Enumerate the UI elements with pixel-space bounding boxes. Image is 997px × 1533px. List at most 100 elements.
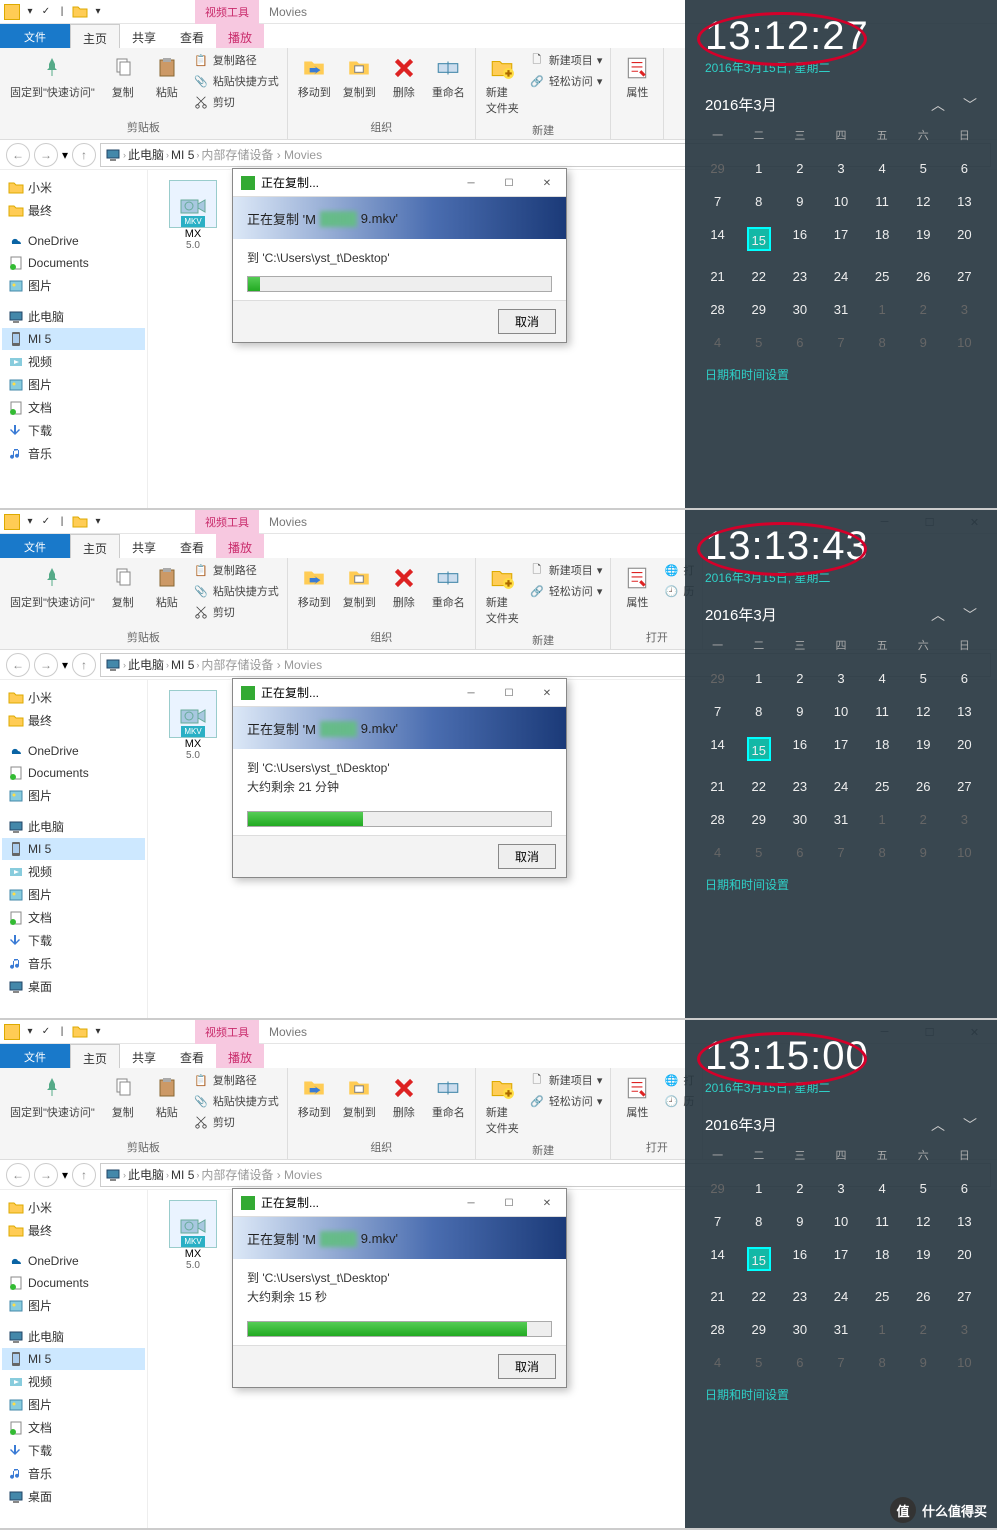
cal-day[interactable]: 10: [820, 698, 861, 725]
up-button[interactable]: ↑: [72, 1163, 96, 1187]
nav-item[interactable]: 图片: [2, 274, 145, 297]
cal-day[interactable]: 11: [862, 698, 903, 725]
cal-day[interactable]: 19: [903, 731, 944, 767]
share-tab[interactable]: 共享: [120, 1044, 168, 1068]
copy-path-button[interactable]: 📋复制路径: [191, 50, 281, 70]
video-tools-tab[interactable]: 视频工具: [195, 0, 259, 24]
cal-day[interactable]: 17: [820, 731, 861, 767]
cancel-button[interactable]: 取消: [498, 1354, 556, 1379]
cal-day[interactable]: 1: [862, 296, 903, 323]
file-item[interactable]: MKV MX 5.0: [158, 690, 228, 761]
paste-button[interactable]: 粘贴: [147, 50, 187, 104]
play-tab[interactable]: 播放: [216, 534, 264, 558]
copy-button[interactable]: 复制: [103, 50, 143, 104]
cal-day[interactable]: 21: [697, 1283, 738, 1310]
cal-day[interactable]: 16: [779, 731, 820, 767]
next-month-button[interactable]: ﹀: [963, 1115, 977, 1135]
cal-day[interactable]: 18: [862, 731, 903, 767]
cal-day[interactable]: 15: [738, 1241, 779, 1277]
rename-button[interactable]: 重命名: [428, 560, 469, 614]
dlg-minimize-button[interactable]: ─: [452, 1189, 490, 1217]
moveto-button[interactable]: 移动到: [294, 1070, 335, 1124]
cal-day[interactable]: 9: [779, 698, 820, 725]
recent-button[interactable]: ▾: [62, 148, 68, 162]
cal-day[interactable]: 26: [903, 1283, 944, 1310]
cal-day[interactable]: 3: [820, 1175, 861, 1202]
nav-item[interactable]: 文档: [2, 906, 145, 929]
file-tab[interactable]: 文件: [0, 24, 70, 48]
recent-button[interactable]: ▾: [62, 1168, 68, 1182]
back-button[interactable]: ←: [6, 143, 30, 167]
nav-item[interactable]: 视频: [2, 1370, 145, 1393]
nav-item[interactable]: 图片: [2, 883, 145, 906]
file-tab[interactable]: 文件: [0, 534, 70, 558]
cal-day[interactable]: 1: [862, 806, 903, 833]
cal-day[interactable]: 10: [820, 1208, 861, 1235]
cal-day[interactable]: 5: [738, 839, 779, 866]
cal-day[interactable]: 8: [862, 329, 903, 356]
cal-day[interactable]: 8: [738, 1208, 779, 1235]
dlg-minimize-button[interactable]: ─: [452, 679, 490, 707]
nav-item[interactable]: 小米: [2, 686, 145, 709]
cal-day[interactable]: 31: [820, 296, 861, 323]
home-tab[interactable]: 主页: [70, 534, 120, 558]
qa-save-icon[interactable]: ▾: [24, 6, 36, 18]
cal-day[interactable]: 3: [944, 1316, 985, 1343]
copyto-button[interactable]: 复制到: [339, 1070, 380, 1124]
cal-day[interactable]: 28: [697, 806, 738, 833]
nav-item[interactable]: 下载: [2, 419, 145, 442]
copy-path-button[interactable]: 📋复制路径: [191, 560, 281, 580]
delete-button[interactable]: 删除: [384, 1070, 424, 1124]
cal-day[interactable]: 2: [779, 665, 820, 692]
cal-day[interactable]: 6: [779, 1349, 820, 1376]
cal-day[interactable]: 1: [738, 665, 779, 692]
prev-month-button[interactable]: ︿: [931, 605, 945, 625]
cal-day[interactable]: 12: [903, 1208, 944, 1235]
cal-day[interactable]: 24: [820, 773, 861, 800]
play-tab[interactable]: 播放: [216, 24, 264, 48]
cal-day[interactable]: 4: [862, 1175, 903, 1202]
copyto-button[interactable]: 复制到: [339, 560, 380, 614]
cal-day[interactable]: 9: [903, 1349, 944, 1376]
cal-day[interactable]: 30: [779, 296, 820, 323]
moveto-button[interactable]: 移动到: [294, 50, 335, 104]
cal-day[interactable]: 6: [944, 155, 985, 182]
easy-access-button[interactable]: 🔗轻松访问▾: [527, 581, 605, 601]
cal-day[interactable]: 9: [903, 839, 944, 866]
new-folder-button[interactable]: 新建 文件夹: [482, 50, 523, 120]
share-tab[interactable]: 共享: [120, 24, 168, 48]
nav-item[interactable]: 最终: [2, 1219, 145, 1242]
cal-day[interactable]: 4: [862, 155, 903, 182]
nav-item[interactable]: 桌面: [2, 975, 145, 998]
nav-item[interactable]: 此电脑: [2, 1325, 145, 1348]
cal-day[interactable]: 13: [944, 698, 985, 725]
cal-day[interactable]: 10: [820, 188, 861, 215]
new-folder-button[interactable]: 新建 文件夹: [482, 1070, 523, 1140]
next-month-button[interactable]: ﹀: [963, 95, 977, 115]
cal-day[interactable]: 24: [820, 1283, 861, 1310]
pin-button[interactable]: 固定到"快速访问": [6, 1070, 99, 1124]
cal-day[interactable]: 1: [738, 155, 779, 182]
nav-item[interactable]: 图片: [2, 373, 145, 396]
next-month-button[interactable]: ﹀: [963, 605, 977, 625]
cal-day[interactable]: 3: [820, 155, 861, 182]
cal-day[interactable]: 29: [697, 665, 738, 692]
new-item-button[interactable]: 🗋新建项目▾: [527, 50, 605, 70]
cal-day[interactable]: 27: [944, 773, 985, 800]
paste-shortcut-button[interactable]: 📎粘贴快捷方式: [191, 1091, 281, 1111]
file-item[interactable]: MKV MX 5.0: [158, 1200, 228, 1271]
cal-day[interactable]: 5: [903, 665, 944, 692]
cal-day[interactable]: 2: [903, 296, 944, 323]
cal-day[interactable]: 8: [862, 839, 903, 866]
forward-button[interactable]: →: [34, 653, 58, 677]
dlg-minimize-button[interactable]: ─: [452, 169, 490, 197]
video-tools-tab[interactable]: 视频工具: [195, 510, 259, 534]
cal-day[interactable]: 7: [697, 188, 738, 215]
cal-day[interactable]: 6: [779, 839, 820, 866]
cal-day[interactable]: 14: [697, 1241, 738, 1277]
cal-day[interactable]: 5: [903, 1175, 944, 1202]
cal-day[interactable]: 17: [820, 1241, 861, 1277]
nav-item[interactable]: 最终: [2, 199, 145, 222]
cal-day[interactable]: 26: [903, 263, 944, 290]
play-tab[interactable]: 播放: [216, 1044, 264, 1068]
